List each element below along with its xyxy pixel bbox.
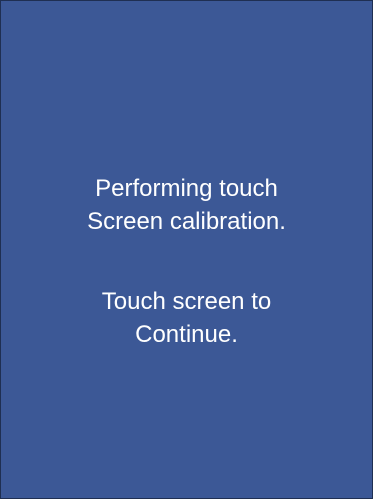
continue-instruction: Touch screen to Continue. bbox=[1, 285, 372, 351]
instruction-line-1: Touch screen to bbox=[101, 288, 272, 315]
status-line-2: Screen calibration. bbox=[87, 208, 286, 235]
instruction-line-2: Continue. bbox=[135, 321, 238, 348]
calibration-status-message: Performing touch Screen calibration. bbox=[1, 172, 372, 238]
status-line-1: Performing touch bbox=[95, 175, 278, 202]
calibration-screen[interactable]: Performing touch Screen calibration. Tou… bbox=[0, 0, 373, 499]
